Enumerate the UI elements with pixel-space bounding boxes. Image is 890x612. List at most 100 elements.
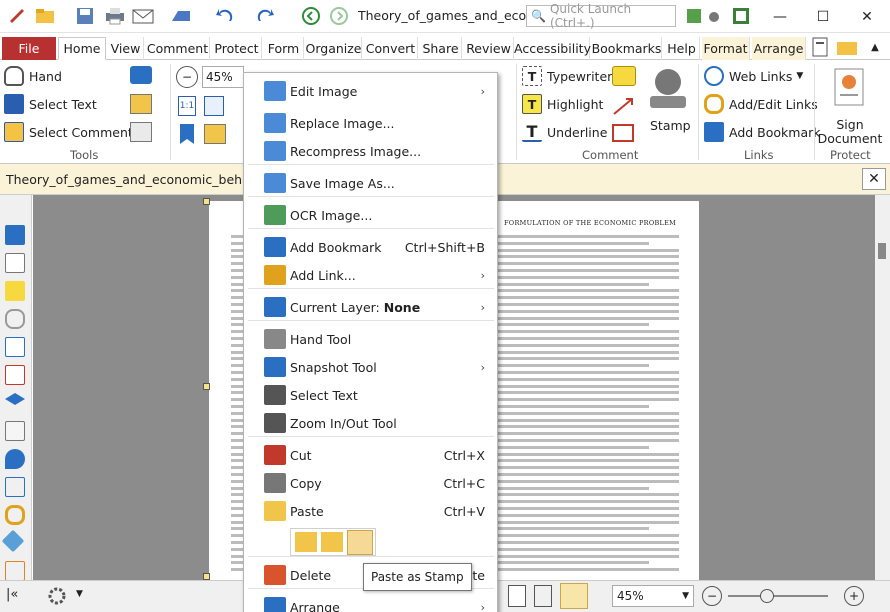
folder-icon[interactable]: [836, 36, 858, 58]
clipboard-icon[interactable]: [130, 94, 152, 114]
fields-panel-icon[interactable]: [5, 337, 25, 357]
links-panel-icon[interactable]: [5, 505, 25, 525]
stamp-icon[interactable]: [646, 66, 690, 114]
select-comments-button[interactable]: Select Comments: [4, 122, 139, 142]
paste-as-stamp-icon[interactable]: [347, 530, 373, 555]
menu-item-add-link[interactable]: Add Link... ›: [244, 262, 497, 288]
destinations-panel-icon[interactable]: [5, 449, 25, 469]
rectangle-icon[interactable]: [612, 124, 634, 142]
order-panel-icon[interactable]: [5, 561, 25, 581]
menu-item-snapshot-tool[interactable]: Snapshot Tool ›: [244, 354, 497, 380]
close-button[interactable]: ✕: [845, 0, 889, 33]
zoom-input[interactable]: 45%: [202, 66, 244, 88]
forward-icon[interactable]: [328, 5, 350, 27]
menu-item-select-text[interactable]: Select Text: [244, 382, 497, 408]
copy-ribbon-icon[interactable]: [204, 124, 226, 144]
tab-bookmarks[interactable]: Bookmarks: [592, 37, 662, 60]
scroll-thumb[interactable]: [878, 243, 886, 259]
fullscreen-icon[interactable]: [730, 5, 752, 27]
menu-item-add-bookmark[interactable]: Add Bookmark Ctrl+Shift+B: [244, 234, 497, 260]
comments-panel-icon[interactable]: [5, 281, 25, 301]
menu-item-ocr-image[interactable]: OCR Image...: [244, 202, 497, 228]
tab-format[interactable]: Format: [702, 37, 750, 60]
menu-item-hand-tool[interactable]: Hand Tool: [244, 326, 497, 352]
menu-item-replace-image[interactable]: Replace Image...: [244, 110, 497, 136]
tags-panel-icon[interactable]: [1, 529, 25, 553]
zoom-in-icon[interactable]: +: [844, 586, 864, 606]
structure-panel-icon[interactable]: [5, 477, 25, 497]
undo-icon[interactable]: [214, 5, 236, 27]
close-tab-icon[interactable]: ✕: [862, 168, 886, 190]
pages-panel-icon[interactable]: [5, 253, 25, 273]
tab-accessibility[interactable]: Accessibility: [514, 37, 591, 60]
tab-organize[interactable]: Organize: [306, 37, 362, 60]
back-icon[interactable]: [300, 5, 322, 27]
tab-view[interactable]: View: [108, 37, 144, 60]
quick-launch-input[interactable]: 🔍 Quick Launch (Ctrl+.): [526, 2, 676, 30]
menu-item-copy[interactable]: Copy Ctrl+C: [244, 470, 497, 496]
tab-help[interactable]: Help: [664, 37, 700, 60]
tools-menu-icon[interactable]: [810, 36, 832, 58]
content-panel-icon[interactable]: [5, 421, 25, 441]
layers-panel-icon[interactable]: [5, 393, 25, 405]
selection-handle[interactable]: [203, 383, 210, 390]
hand-button[interactable]: Hand: [4, 66, 62, 86]
paste-image-icon[interactable]: [295, 532, 317, 552]
tab-home[interactable]: Home: [58, 37, 106, 60]
scan-icon[interactable]: [170, 5, 192, 27]
maximize-button[interactable]: ☐: [801, 0, 845, 33]
tab-protect[interactable]: Protect: [212, 37, 262, 60]
zoom-slider-thumb[interactable]: [760, 589, 774, 603]
add-bookmark-button[interactable]: Add Bookmark: [704, 122, 821, 142]
selection-handle[interactable]: [203, 198, 210, 205]
first-page-icon[interactable]: |«: [6, 587, 18, 602]
menu-item-current-layer[interactable]: Current Layer: None ›: [244, 294, 497, 320]
signatures-panel-icon[interactable]: [5, 365, 25, 385]
menu-item-recompress-image[interactable]: Recompress Image...: [244, 138, 497, 164]
tab-file[interactable]: File: [2, 37, 56, 60]
tab-convert[interactable]: Convert: [364, 37, 418, 60]
web-links-button[interactable]: Web Links ▼: [704, 66, 803, 86]
add-edit-links-button[interactable]: Add/Edit Links: [704, 94, 818, 114]
sign-document-label[interactable]: Sign Document: [816, 118, 884, 146]
menu-item-zoom-in-out-tool[interactable]: Zoom In/Out Tool: [244, 410, 497, 436]
certificate-icon[interactable]: [832, 68, 866, 108]
stamp-label[interactable]: Stamp: [650, 118, 691, 133]
menu-item-arrange[interactable]: Arrange ›: [244, 594, 497, 612]
underline-button[interactable]: T Underline: [522, 122, 607, 142]
print-icon[interactable]: [104, 5, 126, 27]
tab-comment[interactable]: Comment: [146, 37, 210, 60]
continuous-icon[interactable]: [534, 585, 552, 607]
minimize-button[interactable]: —: [758, 0, 802, 33]
tab-form[interactable]: Form: [264, 37, 304, 60]
arrow-icon[interactable]: [612, 96, 636, 116]
menu-item-save-image-as[interactable]: Save Image As...: [244, 170, 497, 196]
highlight-button[interactable]: T Highlight: [522, 94, 603, 114]
theme-icon[interactable]: [684, 5, 724, 27]
zoom-out-icon[interactable]: −: [702, 586, 722, 606]
vertical-scrollbar[interactable]: [875, 195, 890, 580]
two-page-icon[interactable]: [560, 583, 588, 609]
actual-size-icon[interactable]: 1:1: [178, 96, 196, 116]
bookmarks-panel-icon[interactable]: [5, 225, 25, 245]
menu-item-edit-image[interactable]: Edit Image ›: [244, 78, 497, 104]
menu-item-paste[interactable]: Paste Ctrl+V: [244, 498, 497, 524]
zoom-out-icon[interactable]: −: [176, 66, 198, 88]
open-folder-icon[interactable]: [34, 5, 56, 27]
fit-page-icon[interactable]: [204, 96, 224, 116]
attachments-panel-icon[interactable]: [5, 309, 25, 329]
save-icon[interactable]: [74, 5, 96, 27]
chevron-down-icon[interactable]: ▼: [76, 589, 83, 599]
email-icon[interactable]: [132, 5, 154, 27]
redo-icon[interactable]: [254, 5, 276, 27]
snapshot-icon[interactable]: [130, 66, 152, 84]
typewriter-button[interactable]: T Typewriter: [522, 66, 612, 86]
select-text-button[interactable]: Select Text: [4, 94, 97, 114]
collapse-ribbon-icon[interactable]: ▲: [864, 36, 886, 58]
find-icon[interactable]: [130, 122, 152, 142]
zoom-select[interactable]: 45% ▼: [612, 585, 694, 607]
sticky-note-icon[interactable]: [612, 66, 636, 86]
zoom-slider[interactable]: [728, 595, 828, 597]
settings-gear-icon[interactable]: [46, 585, 70, 607]
bookmark-ribbon-icon[interactable]: [180, 124, 194, 144]
